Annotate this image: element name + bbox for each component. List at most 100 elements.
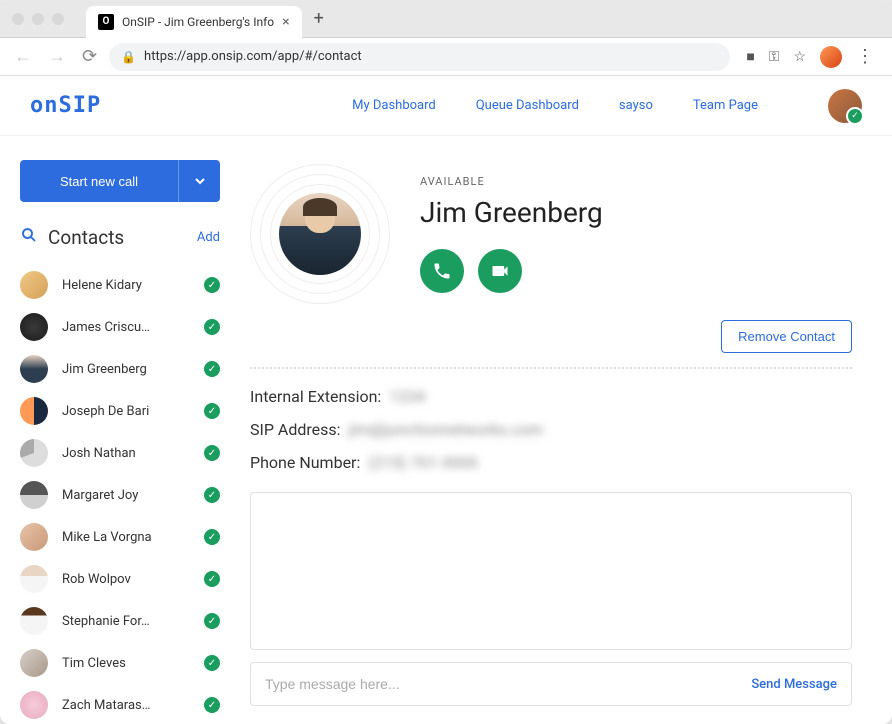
sidebar: Start new call Contacts Add Helene Kid [0, 136, 240, 724]
message-input-row: Send Message [250, 662, 852, 706]
search-icon[interactable] [20, 226, 38, 249]
profile-avatar [279, 193, 361, 275]
minimize-window-icon[interactable] [32, 13, 44, 25]
key-icon[interactable]: ⚿ [769, 49, 780, 65]
profile-name: Jim Greenberg [420, 196, 603, 229]
message-history[interactable] [250, 492, 852, 650]
close-tab-icon[interactable]: × [282, 14, 289, 30]
lock-icon: 🔒 [121, 50, 136, 64]
send-message-button[interactable]: Send Message [751, 677, 837, 692]
contact-name: Mike La Vorgna [62, 530, 190, 545]
remove-contact-button[interactable]: Remove Contact [721, 320, 852, 353]
contact-item[interactable]: Zach Mataras… ✓ [20, 685, 220, 724]
field-label: Phone Number: [250, 453, 360, 472]
field-value: 1234 [389, 387, 425, 406]
field-internal-extension: Internal Extension: 1234 [250, 387, 852, 406]
contact-avatar [20, 649, 48, 677]
video-icon[interactable]: ■ [746, 48, 754, 65]
field-label: Internal Extension: [250, 387, 381, 406]
forward-button[interactable]: → [44, 42, 70, 71]
contact-item[interactable]: Stephanie For… ✓ [20, 601, 220, 641]
close-window-icon[interactable] [12, 13, 24, 25]
browser-menu-icon[interactable]: ⋮ [856, 46, 874, 67]
contact-name: Stephanie For… [62, 614, 190, 629]
status-available-icon: ✓ [204, 613, 220, 629]
divider [250, 367, 852, 369]
status-available-icon: ✓ [204, 571, 220, 587]
new-tab-button[interactable]: + [314, 8, 324, 29]
contact-item[interactable]: Mike La Vorgna ✓ [20, 517, 220, 557]
status-available-icon: ✓ [204, 403, 220, 419]
url-text: https://app.onsip.com/app/#/contact [144, 49, 362, 64]
window-controls [0, 13, 76, 25]
availability-status: AVAILABLE [420, 175, 603, 188]
url-input[interactable]: 🔒 https://app.onsip.com/app/#/contact [109, 43, 730, 71]
contact-avatar [20, 397, 48, 425]
message-input[interactable] [265, 676, 751, 692]
status-available-icon: ✓ [204, 655, 220, 671]
add-contact-button[interactable]: Add [197, 230, 220, 245]
app-content: onSIP My Dashboard Queue Dashboard sayso… [0, 76, 892, 724]
logo-sip: SIP [59, 93, 102, 118]
browser-addressbar: ← → ⟳ 🔒 https://app.onsip.com/app/#/cont… [0, 38, 892, 76]
status-available-icon: ✓ [204, 697, 220, 713]
contacts-title: Contacts [48, 226, 187, 249]
contact-item[interactable]: Helene Kidary ✓ [20, 265, 220, 305]
logo-on: on [30, 93, 59, 118]
contact-item[interactable]: Jim Greenberg ✓ [20, 349, 220, 389]
main-content: Start new call Contacts Add Helene Kid [0, 136, 892, 724]
contact-item[interactable]: James Criscu… ✓ [20, 307, 220, 347]
star-icon[interactable]: ☆ [793, 49, 806, 65]
contact-item[interactable]: Josh Nathan ✓ [20, 433, 220, 473]
contact-avatar [20, 481, 48, 509]
nav-team-page[interactable]: Team Page [693, 98, 758, 113]
reload-button[interactable]: ⟳ [78, 42, 101, 71]
browser-titlebar: O OnSIP - Jim Greenberg's Info × + [0, 0, 892, 38]
contact-item[interactable]: Rob Wolpov ✓ [20, 559, 220, 599]
start-call-button[interactable]: Start new call [20, 160, 178, 202]
contact-name: James Criscu… [62, 320, 190, 335]
voice-call-button[interactable] [420, 249, 464, 293]
video-call-button[interactable] [478, 249, 522, 293]
contact-avatar [20, 313, 48, 341]
logo[interactable]: onSIP [30, 93, 101, 118]
status-available-icon: ✓ [204, 529, 220, 545]
contact-item[interactable]: Tim Cleves ✓ [20, 643, 220, 683]
contact-list: Helene Kidary ✓ James Criscu… ✓ Jim Gree… [20, 265, 220, 724]
start-call-group: Start new call [20, 160, 220, 202]
tab-title: OnSIP - Jim Greenberg's Info [122, 15, 274, 29]
profile-info: AVAILABLE Jim Greenberg [420, 164, 603, 304]
contact-item[interactable]: Joseph De Bari ✓ [20, 391, 220, 431]
addressbar-actions: ■ ⚿ ☆ ⋮ [738, 46, 882, 68]
maximize-window-icon[interactable] [52, 13, 64, 25]
contact-avatar [20, 607, 48, 635]
contact-name: Margaret Joy [62, 488, 190, 503]
contact-name: Rob Wolpov [62, 572, 190, 587]
contact-item[interactable]: Margaret Joy ✓ [20, 475, 220, 515]
status-available-icon: ✓ [204, 277, 220, 293]
browser-window: O OnSIP - Jim Greenberg's Info × + ← → ⟳… [0, 0, 892, 724]
contact-avatar [20, 565, 48, 593]
status-available-icon: ✓ [204, 361, 220, 377]
start-call-dropdown[interactable] [178, 160, 220, 202]
contact-avatar [20, 523, 48, 551]
user-avatar[interactable] [828, 89, 862, 123]
contact-name: Zach Mataras… [62, 698, 190, 713]
browser-profile-avatar[interactable] [820, 46, 842, 68]
status-available-icon: ✓ [204, 487, 220, 503]
field-value: (215) 701-3000 [368, 453, 477, 472]
contact-avatar [20, 271, 48, 299]
contact-name: Helene Kidary [62, 278, 190, 293]
favicon-icon: O [98, 14, 114, 30]
app-header: onSIP My Dashboard Queue Dashboard sayso… [0, 76, 892, 136]
nav-my-dashboard[interactable]: My Dashboard [352, 98, 436, 113]
contact-avatar [20, 355, 48, 383]
contact-name: Josh Nathan [62, 446, 190, 461]
browser-tab[interactable]: O OnSIP - Jim Greenberg's Info × [86, 6, 302, 38]
call-actions [420, 249, 603, 293]
field-label: SIP Address: [250, 420, 341, 439]
nav-queue-dashboard[interactable]: Queue Dashboard [476, 98, 579, 113]
nav-sayso[interactable]: sayso [619, 98, 653, 113]
status-available-icon: ✓ [204, 319, 220, 335]
back-button[interactable]: ← [10, 42, 36, 71]
